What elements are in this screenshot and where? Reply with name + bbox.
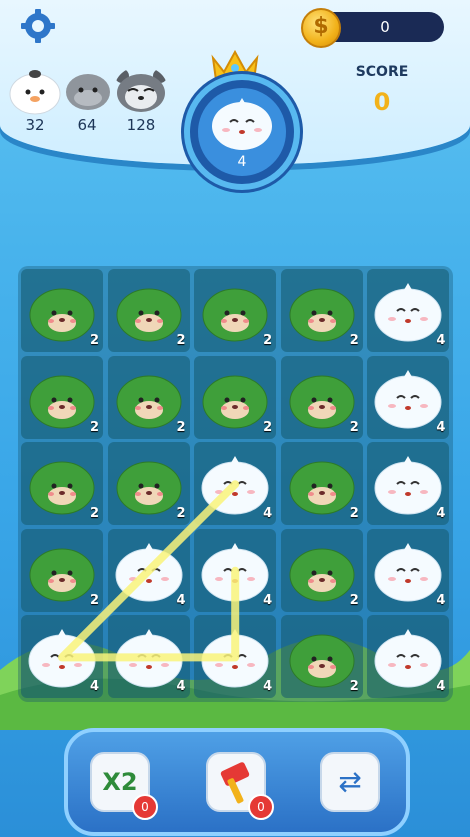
board-cell[interactable]: 4 bbox=[21, 615, 103, 699]
shuffle-icon: ⇄ bbox=[338, 765, 362, 798]
board-cell[interactable]: 2 bbox=[21, 355, 103, 439]
cell-value: 2 bbox=[176, 419, 186, 435]
white-pet-icon bbox=[9, 70, 61, 115]
target-white-pet-icon bbox=[212, 98, 272, 150]
board-cell[interactable]: 4 bbox=[107, 528, 190, 612]
board-cell[interactable]: 4 bbox=[367, 442, 450, 526]
board-cell[interactable]: 2 bbox=[194, 355, 277, 439]
cell-value: 2 bbox=[263, 419, 273, 435]
cell-value: 4 bbox=[436, 419, 446, 435]
board-cell[interactable]: 4 bbox=[194, 442, 277, 526]
gray-pet-value: 64 bbox=[77, 116, 97, 134]
double-score-count: 0 bbox=[132, 794, 158, 820]
score-value: 0 bbox=[373, 88, 391, 116]
cell-value: 4 bbox=[436, 679, 446, 695]
cell-value: 2 bbox=[349, 419, 359, 435]
board-cell[interactable]: 4 bbox=[194, 615, 277, 699]
double-score-button[interactable]: X2 0 bbox=[90, 752, 158, 820]
hammer-count: 0 bbox=[248, 794, 274, 820]
raccoon-pet-icon bbox=[115, 69, 167, 112]
cell-value: 2 bbox=[349, 506, 359, 522]
board-cell[interactable]: 2 bbox=[280, 615, 363, 699]
board-cell[interactable]: 4 bbox=[194, 528, 277, 612]
board-cell[interactable]: 4 bbox=[367, 615, 450, 699]
board-cell[interactable]: 2 bbox=[280, 528, 363, 612]
gear-icon[interactable] bbox=[20, 8, 56, 44]
board-cell[interactable]: 2 bbox=[280, 355, 363, 439]
white-pet-value: 32 bbox=[25, 116, 45, 134]
cell-value: 4 bbox=[263, 506, 273, 522]
score-label: SCORE bbox=[355, 64, 409, 80]
cell-value: 2 bbox=[89, 333, 99, 348]
cell-value: 4 bbox=[436, 592, 446, 608]
coin-count: 0 bbox=[380, 18, 390, 36]
board-cell[interactable]: 2 bbox=[107, 355, 190, 439]
target-pet-ring: 4 bbox=[184, 74, 300, 190]
cell-value: 4 bbox=[263, 679, 273, 695]
cell-value: 2 bbox=[89, 592, 99, 608]
gray-pet-icon bbox=[66, 74, 110, 110]
board-cell[interactable]: 2 bbox=[280, 269, 363, 352]
coin-icon: $ bbox=[301, 8, 341, 48]
board-cell[interactable]: 2 bbox=[107, 442, 190, 526]
cell-value: 4 bbox=[263, 592, 273, 608]
cell-value: 4 bbox=[436, 333, 446, 348]
cell-value: 4 bbox=[176, 679, 186, 695]
cell-value: 2 bbox=[89, 506, 99, 522]
cell-value: 2 bbox=[349, 333, 359, 348]
board-cell[interactable]: 2 bbox=[194, 269, 277, 352]
shuffle-button[interactable]: ⇄ bbox=[320, 752, 380, 812]
cell-value: 2 bbox=[176, 506, 186, 522]
cell-value: 4 bbox=[89, 679, 99, 695]
cell-value: 2 bbox=[263, 333, 273, 348]
raccoon-pet-value: 128 bbox=[126, 116, 156, 134]
cell-value: 2 bbox=[349, 679, 359, 695]
board-cell[interactable]: 2 bbox=[21, 528, 103, 612]
cell-value: 2 bbox=[89, 419, 99, 435]
cell-value: 4 bbox=[176, 592, 186, 608]
cell-value: 4 bbox=[436, 506, 446, 522]
board-cell[interactable]: 2 bbox=[107, 269, 190, 352]
board-cell[interactable]: 4 bbox=[107, 615, 190, 699]
board-cell[interactable]: 2 bbox=[21, 269, 103, 352]
board-cell[interactable]: 4 bbox=[367, 269, 450, 352]
board-cell[interactable]: 2 bbox=[280, 442, 363, 526]
hammer-button[interactable]: 0 bbox=[206, 752, 274, 820]
target-level-label: 4 bbox=[237, 154, 247, 170]
board-cell[interactable]: 2 bbox=[21, 442, 103, 526]
cell-value: 2 bbox=[349, 592, 359, 608]
game-board: 2 2 2 2 4 2 2 2 2 4 2 2 4 2 4 2 4 4 2 4 4 4 4 2 4 bbox=[18, 266, 453, 702]
board-cell[interactable]: 4 bbox=[367, 528, 450, 612]
powerup-toolbar: X2 0 0 ⇄ bbox=[64, 728, 410, 836]
cell-value: 2 bbox=[176, 333, 186, 348]
board-cell[interactable]: 4 bbox=[367, 355, 450, 439]
